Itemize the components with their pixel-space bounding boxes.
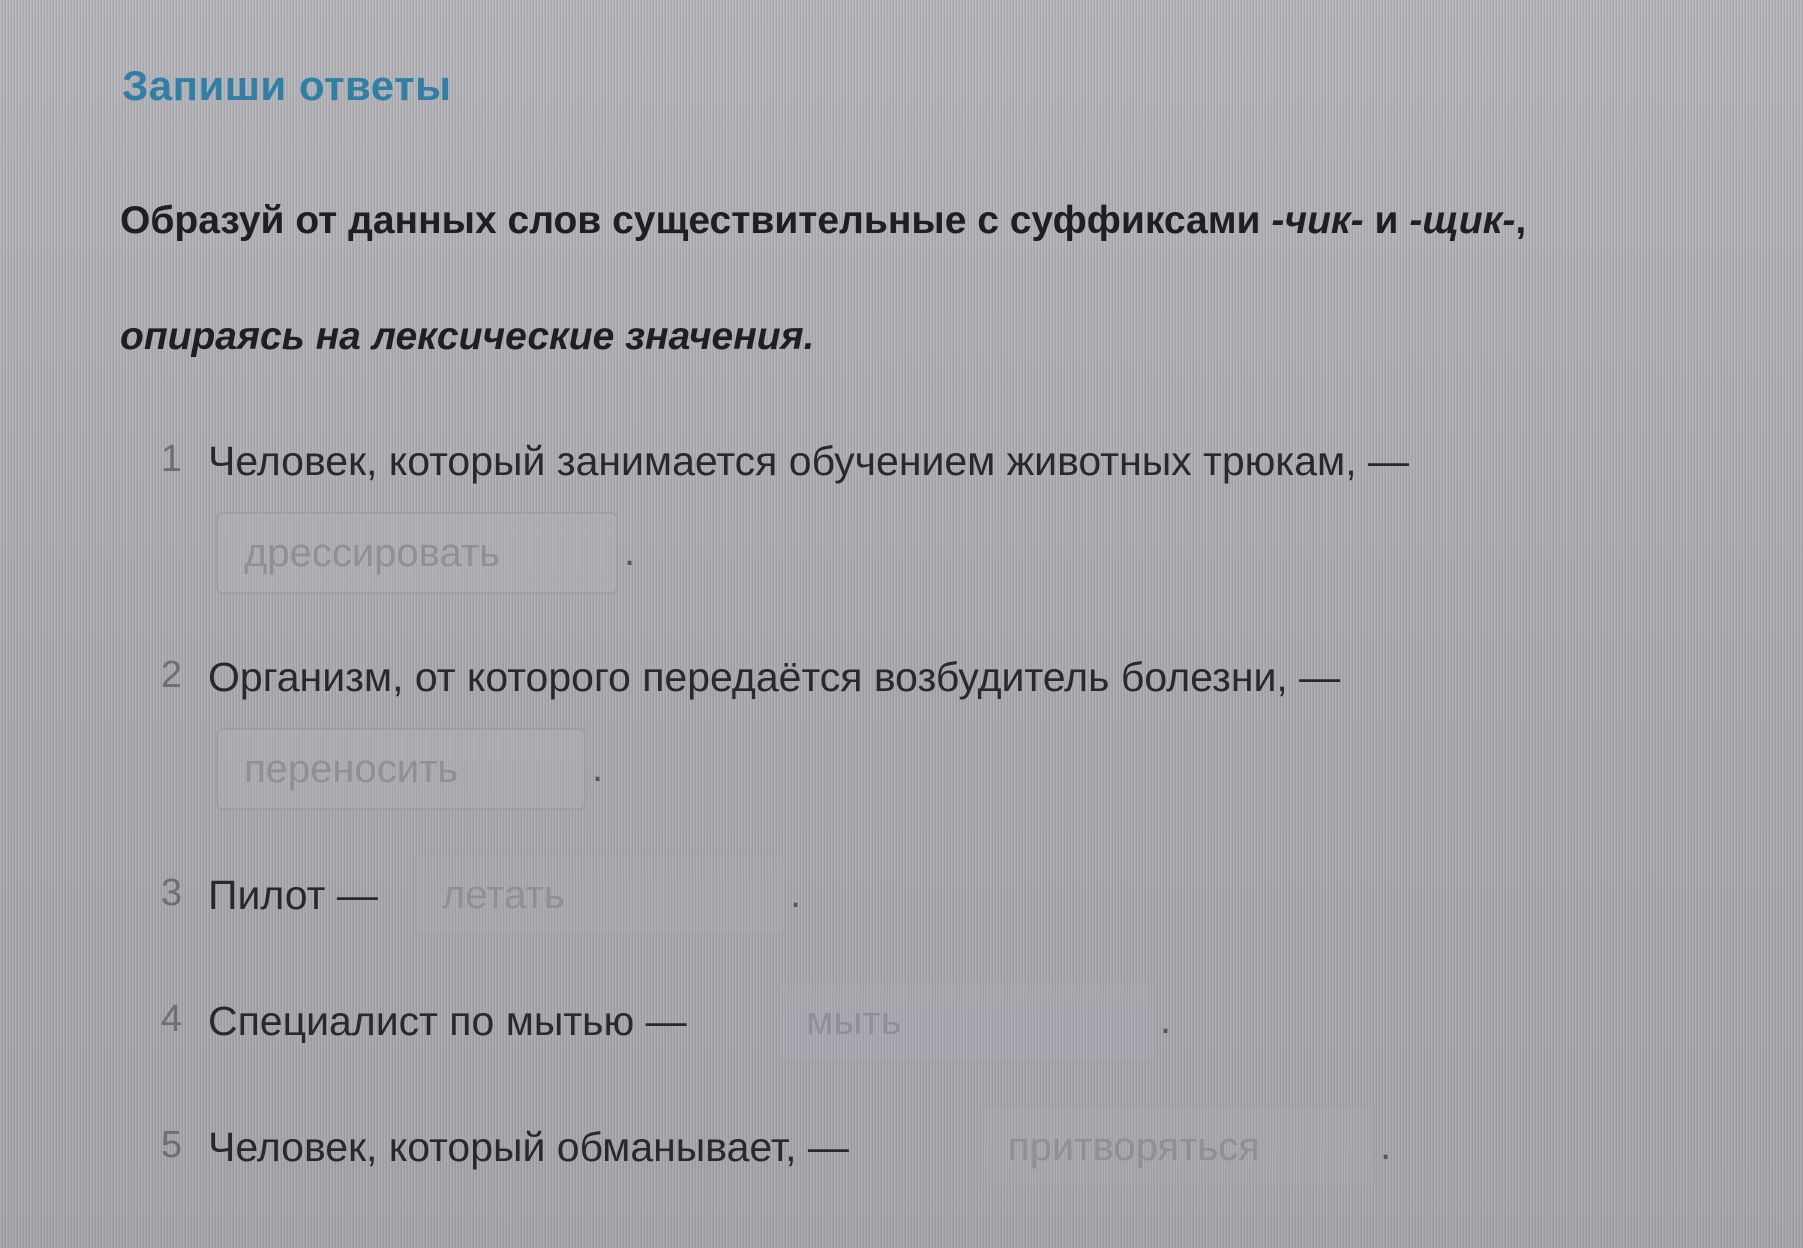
item-number: 5 [160, 1124, 182, 1166]
item-number: 1 [160, 438, 182, 480]
answer-input-2[interactable] [216, 728, 586, 810]
item-text: Пилот — [208, 872, 378, 918]
item-number: 2 [160, 654, 182, 696]
item-text: Специалист по мытью — [208, 998, 687, 1044]
instruction-line-2: опираясь на лексические значения. [120, 315, 815, 358]
exercise-page: Запиши ответы Образуй от данных слов сущ… [0, 0, 1803, 1248]
item-text: Человек, который занимается обучением жи… [208, 438, 1410, 484]
answer-input-3[interactable] [414, 854, 786, 936]
instruction-comma: , [1515, 199, 1527, 242]
sentence-period: . [1380, 1124, 1392, 1168]
instruction-text: Образуй от данных слов существительные с… [120, 199, 1272, 242]
answer-input-1[interactable] [216, 512, 618, 594]
suffix-chik: -чик- [1271, 199, 1364, 242]
item-text: Человек, который обманывает, — [208, 1124, 849, 1170]
item-number: 3 [160, 872, 182, 914]
task-instruction: Образуй от данных слов существительные с… [120, 188, 1740, 370]
answer-input-5[interactable] [980, 1106, 1376, 1188]
suffix-shchik: -щик- [1409, 199, 1516, 242]
instruction-conjunction: и [1363, 199, 1410, 242]
instruction-line-1: Образуй от данных слов существительные с… [120, 188, 1740, 254]
answer-input-4[interactable] [778, 980, 1156, 1062]
section-title: Запиши ответы [122, 62, 452, 109]
sentence-period: . [1160, 998, 1172, 1042]
sentence-period: . [790, 872, 802, 916]
item-number: 4 [160, 998, 182, 1040]
sentence-period: . [624, 530, 636, 574]
sentence-period: . [592, 746, 604, 790]
item-text: Организм, от которого передаётся возбуди… [208, 654, 1341, 700]
